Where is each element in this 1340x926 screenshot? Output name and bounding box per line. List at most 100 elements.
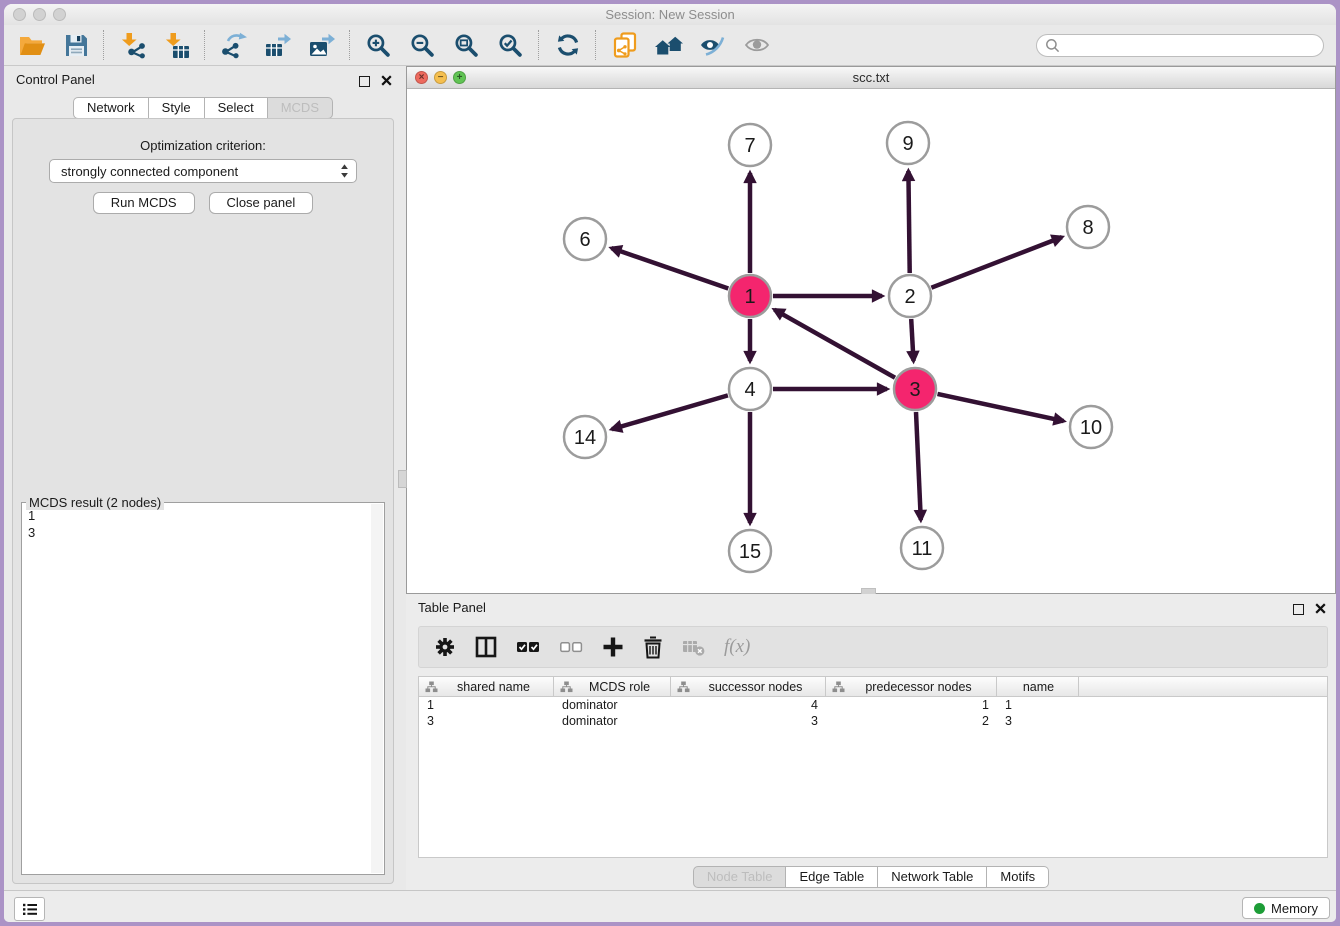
graph-node-2[interactable]: 2	[889, 275, 931, 317]
table-cell[interactable]: 3	[997, 714, 1079, 728]
graph-node-11[interactable]: 11	[901, 527, 943, 569]
table-cell[interactable]: 3	[671, 714, 826, 728]
network-close-button[interactable]: ×	[415, 71, 428, 84]
graph-node-1[interactable]: 1	[729, 275, 771, 317]
column-header-mcds-role[interactable]: MCDS role	[554, 677, 671, 696]
table-settings-button[interactable]	[434, 636, 456, 658]
task-list-icon	[22, 903, 38, 916]
tab-mcds[interactable]: MCDS	[268, 97, 333, 119]
add-row-button[interactable]	[602, 636, 624, 658]
graph-node-15[interactable]: 15	[729, 530, 771, 572]
graph-node-10[interactable]: 10	[1070, 406, 1112, 448]
criterion-dropdown[interactable]: strongly connected component	[49, 159, 357, 183]
graph-edge-2-8[interactable]	[931, 237, 1062, 288]
table-cell[interactable]: 3	[419, 714, 554, 728]
control-panel: Control Panel NetworkStyleSelectMCDS Opt…	[4, 66, 402, 890]
tab-node-table[interactable]: Node Table	[693, 866, 787, 888]
split-columns-icon	[475, 636, 497, 658]
close-panel-icon[interactable]	[1315, 602, 1326, 617]
show-all-button[interactable]	[741, 30, 772, 61]
graph-edge-2-3[interactable]	[911, 319, 913, 361]
search-input[interactable]	[1065, 37, 1319, 53]
table-panel-controls	[1293, 602, 1326, 617]
column-header-name[interactable]: name	[997, 677, 1079, 696]
table-cell[interactable]: dominator	[554, 698, 671, 712]
tab-edge-table[interactable]: Edge Table	[786, 866, 878, 888]
column-header-shared-name[interactable]: shared name	[419, 677, 554, 696]
hide-selected-button[interactable]	[697, 30, 728, 61]
zoom-fit-button[interactable]	[451, 30, 482, 61]
column-header-successor-nodes[interactable]: successor nodes	[671, 677, 826, 696]
result-scrollbar[interactable]	[371, 504, 383, 873]
graph-edge-1-6[interactable]	[612, 248, 729, 288]
table-row[interactable]: 3dominator323	[419, 713, 1327, 729]
mcds-panel: Optimization criterion: strongly connect…	[12, 118, 394, 884]
graph-edge-2-9[interactable]	[908, 171, 909, 273]
zoom-selected-icon	[498, 33, 523, 58]
network-zoom-button[interactable]: +	[453, 71, 466, 84]
network-minimize-button[interactable]: −	[434, 71, 447, 84]
graph-edge-4-14[interactable]	[612, 395, 728, 429]
table-cell[interactable]: 1	[419, 698, 554, 712]
table-cell[interactable]: 1	[997, 698, 1079, 712]
mcds-result-text[interactable]: 13	[24, 505, 370, 872]
table-cell[interactable]: dominator	[554, 714, 671, 728]
delete-table-button[interactable]	[682, 638, 705, 656]
graph-edge-3-11[interactable]	[916, 412, 921, 520]
import-network-button[interactable]	[117, 30, 148, 61]
graph-node-7[interactable]: 7	[729, 124, 771, 166]
control-panel-controls	[359, 74, 392, 89]
float-panel-icon[interactable]	[1293, 604, 1304, 615]
double-house-button[interactable]	[653, 30, 684, 61]
table-cell[interactable]: 1	[826, 698, 997, 712]
svg-text:1: 1	[744, 286, 755, 308]
export-table-button[interactable]	[262, 30, 293, 61]
tab-style[interactable]: Style	[149, 97, 205, 119]
open-file-button[interactable]	[16, 30, 47, 61]
graph-node-3[interactable]: 3	[894, 368, 936, 410]
table-cell[interactable]: 2	[826, 714, 997, 728]
tab-network-table[interactable]: Network Table	[878, 866, 987, 888]
network-graph[interactable]: 7 9 6 8 1 2 4 3 14 10 15 11	[407, 88, 1335, 593]
graph-edge-3-10[interactable]	[938, 394, 1064, 421]
zoom-selected-button[interactable]	[495, 30, 526, 61]
clone-network-button[interactable]	[609, 30, 640, 61]
tab-network[interactable]: Network	[73, 97, 149, 119]
zoom-in-button[interactable]	[363, 30, 394, 61]
float-panel-icon[interactable]	[359, 76, 370, 87]
export-image-button[interactable]	[306, 30, 337, 61]
column-header-label: successor nodes	[690, 680, 825, 694]
clear-checks-button[interactable]	[559, 639, 583, 655]
close-panel-button[interactable]: Close panel	[209, 192, 314, 214]
graph-node-14[interactable]: 14	[564, 416, 606, 458]
table-cell[interactable]: 4	[671, 698, 826, 712]
graph-edge-3-1[interactable]	[774, 310, 895, 378]
network-canvas[interactable]: 7 9 6 8 1 2 4 3 14 10 15 11	[407, 88, 1335, 593]
close-panel-icon[interactable]	[381, 74, 392, 89]
vertical-splitter-handle[interactable]	[398, 470, 407, 488]
save-session-button[interactable]	[60, 30, 91, 61]
graph-node-4[interactable]: 4	[729, 368, 771, 410]
tab-motifs[interactable]: Motifs	[987, 866, 1049, 888]
split-columns-button[interactable]	[475, 636, 497, 658]
column-header-predecessor-nodes[interactable]: predecessor nodes	[826, 677, 997, 696]
run-mcds-button[interactable]: Run MCDS	[93, 192, 195, 214]
tab-select[interactable]: Select	[205, 97, 268, 119]
graph-node-8[interactable]: 8	[1067, 206, 1109, 248]
task-history-button[interactable]	[14, 897, 45, 921]
zoom-out-button[interactable]	[407, 30, 438, 61]
graph-node-9[interactable]: 9	[887, 122, 929, 164]
table-row[interactable]: 1dominator411	[419, 697, 1327, 713]
refresh-network-button[interactable]	[552, 30, 583, 61]
delete-row-button[interactable]	[643, 636, 663, 659]
select-all-checks-button[interactable]	[516, 639, 540, 655]
svg-text:7: 7	[744, 135, 755, 157]
search-box	[1036, 34, 1324, 57]
network-titlebar[interactable]: ×−+ scc.txt	[407, 67, 1335, 89]
export-network-button[interactable]	[218, 30, 249, 61]
graph-node-6[interactable]: 6	[564, 218, 606, 260]
function-builder-button[interactable]: f(x)	[724, 636, 750, 658]
memory-button[interactable]: Memory	[1242, 897, 1330, 919]
main-toolbar-groups	[16, 30, 772, 61]
import-table-button[interactable]	[161, 30, 192, 61]
